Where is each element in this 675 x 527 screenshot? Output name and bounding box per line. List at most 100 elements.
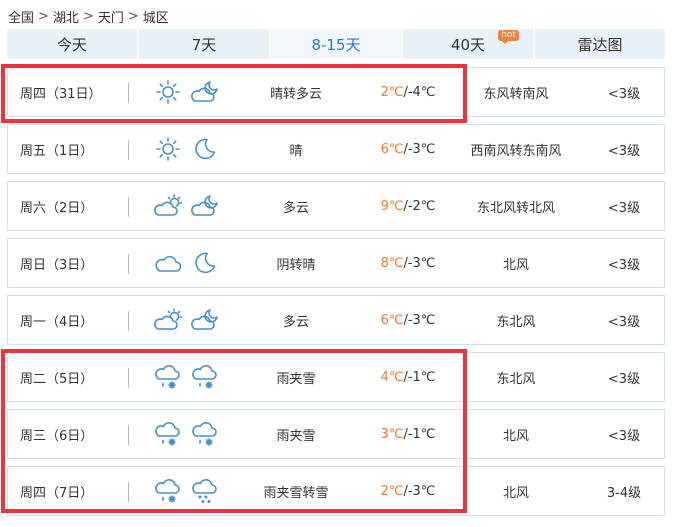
- day-row: 周五（1日） 晴 6℃ / -3℃ 西南风转东南风 <3级: [7, 124, 665, 174]
- moon-icon: [190, 125, 220, 173]
- weather-description: 晴: [289, 143, 303, 159]
- temperature-range: 6℃ / -3℃: [358, 296, 458, 344]
- day-date: 周四（7日）: [20, 485, 94, 501]
- tab-8-15-days[interactable]: 8-15天: [271, 29, 401, 59]
- wind-level: <3级: [607, 257, 641, 273]
- cloud-icon: [153, 239, 183, 287]
- divider: [128, 140, 129, 160]
- low-temperature: -1℃: [407, 426, 436, 442]
- wind-level: <3级: [607, 143, 641, 159]
- breadcrumb: 全国 > 湖北 > 天门 > 城区: [8, 6, 169, 26]
- tab-today[interactable]: 今天: [7, 29, 137, 59]
- breadcrumb-item-province[interactable]: 湖北: [53, 7, 79, 26]
- wind-direction: 东北风: [496, 371, 536, 387]
- temperature-range: 9℃ / -2℃: [358, 182, 458, 230]
- divider: [128, 254, 129, 274]
- tab-label: 雷达图: [577, 35, 623, 54]
- day-row: 周六（2日） 多云 9℃ / -2℃ 东北风转北风 <3级: [7, 181, 665, 231]
- wind-direction: 东风转南风: [483, 86, 549, 102]
- wind-direction: 北风: [502, 257, 529, 273]
- breadcrumb-separator: >: [127, 8, 139, 24]
- sleet-icon: [153, 467, 183, 515]
- wind-level: 3-4级: [606, 485, 642, 501]
- day-date: 周四（31日）: [20, 86, 102, 102]
- high-temperature: 9℃: [380, 198, 404, 214]
- breadcrumb-item-city[interactable]: 天门: [98, 7, 124, 26]
- low-temperature: -3℃: [407, 312, 436, 328]
- high-temperature: 4℃: [380, 369, 404, 385]
- weather-description: 多云: [282, 200, 309, 216]
- moon-icon: [190, 239, 220, 287]
- divider: [128, 197, 129, 217]
- high-temperature: 6℃: [380, 312, 404, 328]
- day-date: 周日（3日）: [20, 257, 94, 273]
- forecast-tabs: 今天 7天 8-15天 40天 hot 雷达图: [7, 29, 665, 59]
- partly-cloudy-icon: [153, 296, 183, 344]
- day-row: 周二（5日） 雨夹雪 4℃ / -1℃ 东北风 <3级: [7, 352, 665, 402]
- divider: [128, 482, 129, 502]
- day-date: 周五（1日）: [20, 143, 94, 159]
- tab-label: 今天: [56, 35, 87, 54]
- wind-direction: 西南风转东南风: [470, 143, 562, 159]
- sleet-icon: [153, 353, 183, 401]
- tab-40-days[interactable]: 40天 hot: [403, 29, 533, 59]
- day-row: 周四（31日） 晴转多云 2℃ / -4℃ 东风转南风 <3级: [7, 67, 665, 117]
- tab-label: 8-15天: [311, 35, 361, 54]
- divider: [128, 368, 129, 388]
- wind-level: <3级: [607, 200, 641, 216]
- low-temperature: -1℃: [407, 369, 436, 385]
- sun-icon: [153, 125, 183, 173]
- high-temperature: 2℃: [380, 84, 404, 100]
- high-temperature: 6℃: [380, 141, 404, 157]
- snow-icon: [190, 467, 220, 515]
- high-temperature: 8℃: [380, 255, 404, 271]
- day-row: 周四（7日） 雨夹雪转雪 2℃ / -3℃ 北风 3-4级: [7, 466, 665, 516]
- weather-description: 雨夹雪: [276, 428, 316, 444]
- day-date: 周六（2日）: [20, 200, 94, 216]
- wind-level: <3级: [607, 314, 641, 330]
- wind-direction: 北风: [502, 485, 529, 501]
- day-row: 周一（4日） 多云 6℃ / -3℃ 东北风 <3级: [7, 295, 665, 345]
- sleet-icon: [190, 353, 220, 401]
- partly-cloudy-icon: [153, 182, 183, 230]
- tab-7-days[interactable]: 7天: [139, 29, 269, 59]
- low-temperature: -4℃: [407, 84, 436, 100]
- divider: [128, 425, 129, 445]
- breadcrumb-item-district: 城区: [142, 10, 169, 26]
- temperature-range: 6℃ / -3℃: [358, 125, 458, 173]
- weather-description: 雨夹雪转雪: [263, 485, 329, 501]
- sleet-icon: [190, 410, 220, 458]
- weather-description: 晴转多云: [269, 86, 322, 102]
- low-temperature: -3℃: [407, 255, 436, 271]
- night-partly-cloudy-icon: [190, 182, 220, 230]
- day-date: 周三（6日）: [20, 428, 94, 444]
- night-partly-cloudy-icon: [190, 68, 220, 116]
- hot-badge: hot: [498, 30, 519, 44]
- temperature-range: 8℃ / -3℃: [358, 239, 458, 287]
- breadcrumb-separator: >: [82, 8, 94, 24]
- breadcrumb-separator: >: [38, 8, 49, 24]
- weather-description: 雨夹雪: [276, 371, 316, 387]
- weather-description: 阴转晴: [276, 257, 316, 273]
- weather-description: 多云: [282, 314, 309, 330]
- temperature-range: 2℃ / -4℃: [358, 68, 458, 116]
- tab-label: 7天: [191, 35, 217, 54]
- wind-direction: 北风: [502, 428, 529, 444]
- day-date: 周二（5日）: [20, 371, 94, 387]
- low-temperature: -2℃: [407, 198, 436, 214]
- high-temperature: 2℃: [380, 483, 404, 499]
- divider: [128, 311, 129, 331]
- sleet-icon: [153, 410, 183, 458]
- temperature-range: 3℃ / -1℃: [358, 410, 458, 458]
- breadcrumb-item-country[interactable]: 全国: [8, 7, 34, 26]
- tab-label: 40天: [450, 35, 486, 54]
- wind-level: <3级: [607, 428, 641, 444]
- wind-level: <3级: [607, 86, 641, 102]
- temperature-range: 2℃ / -3℃: [358, 467, 458, 515]
- day-row: 周日（3日） 阴转晴 8℃ / -3℃ 北风 <3级: [7, 238, 665, 288]
- tab-radar[interactable]: 雷达图: [535, 29, 665, 59]
- low-temperature: -3℃: [407, 141, 436, 157]
- wind-level: <3级: [607, 371, 641, 387]
- divider: [128, 83, 129, 103]
- wind-direction: 东北风转北风: [476, 200, 555, 216]
